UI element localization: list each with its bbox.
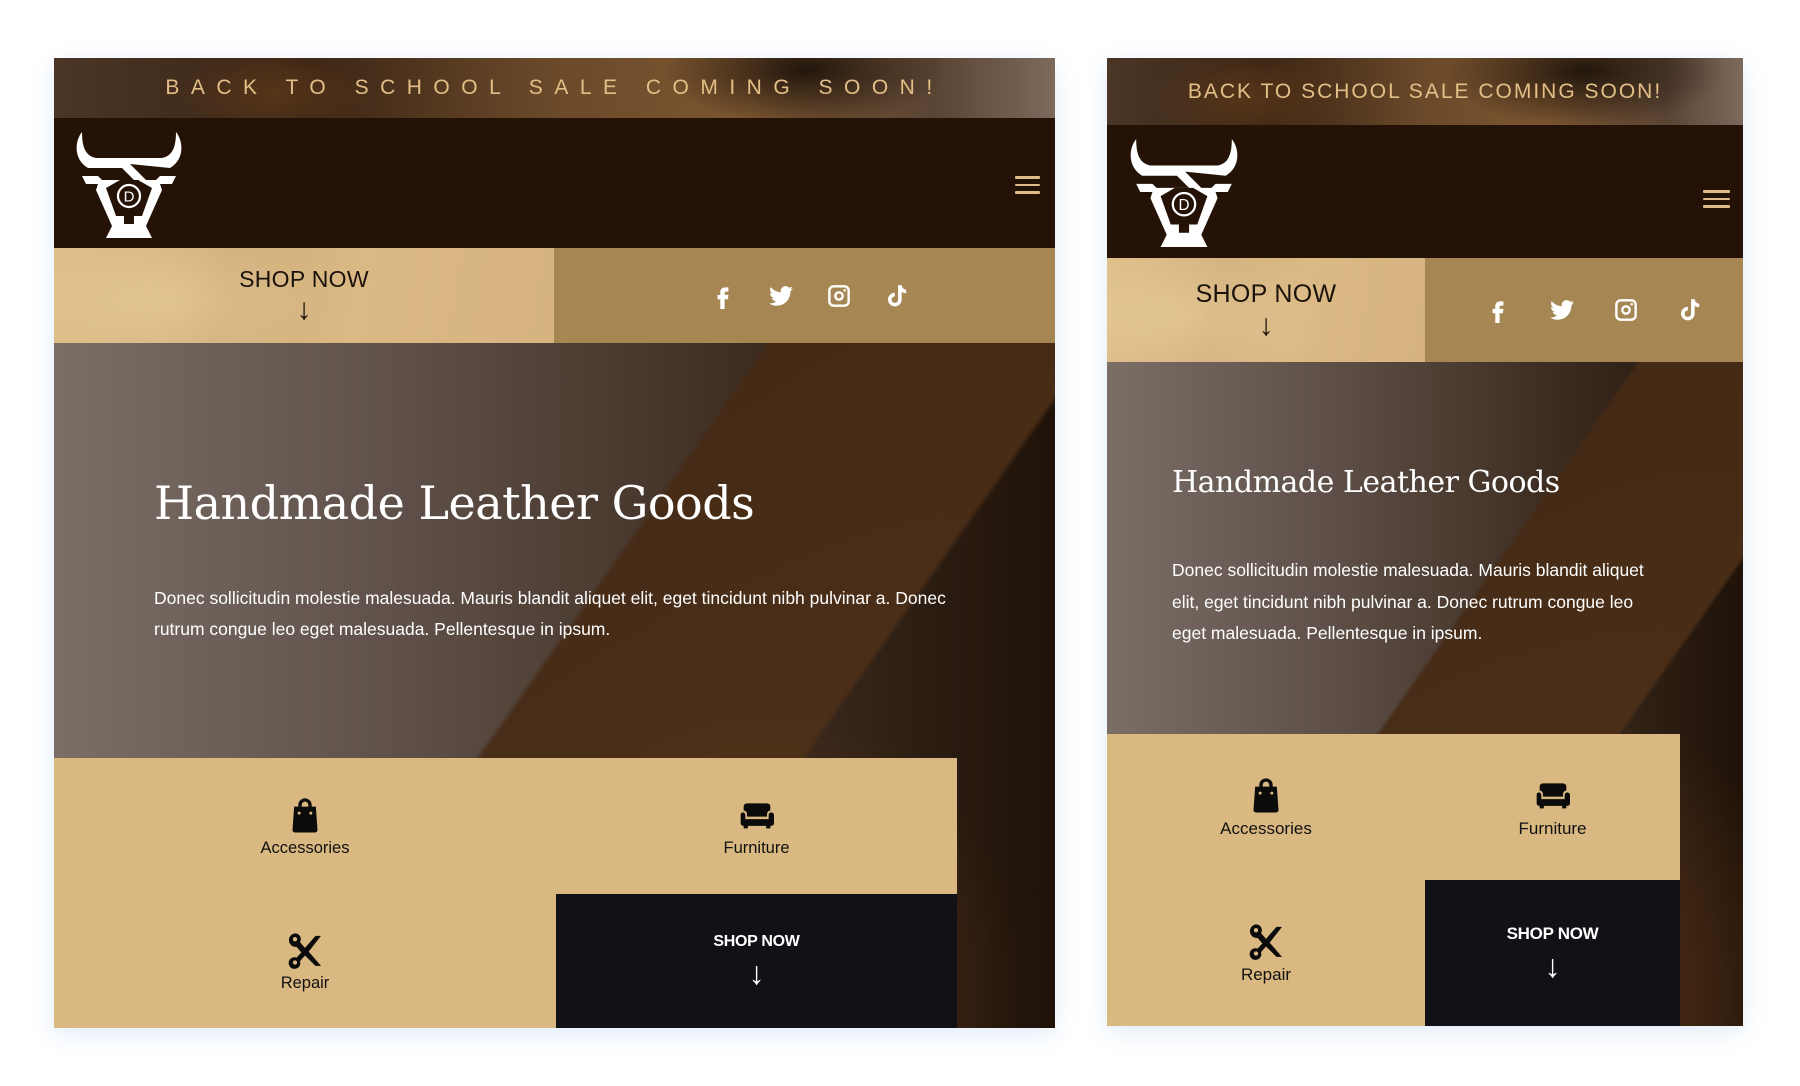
category-label: Repair: [1240, 965, 1292, 984]
category-label: Furniture: [1518, 819, 1587, 838]
promo-banner-text: BACK TO SCHOOL SALE COMING SOON!: [1187, 79, 1663, 103]
site-header: [1107, 125, 1743, 258]
promo-banner-text: BACK TO SCHOOL SALE COMING SOON!: [165, 76, 944, 99]
social-links: [1425, 258, 1743, 362]
facebook-icon[interactable]: [709, 282, 737, 310]
shop-now-button[interactable]: SHOP NOW ↓: [556, 894, 957, 1028]
category-grid: Accessories Furniture Repair SHOP NOW ↓: [54, 758, 957, 1028]
category-accessories[interactable]: Accessories: [1107, 734, 1425, 880]
category-grid: Accessories Furniture Repair SHOP NOW ↓: [1107, 734, 1680, 1026]
mobile-preview-panel: BACK TO SCHOOL SALE COMING SOON! SHOP NO…: [1107, 58, 1743, 1026]
category-repair[interactable]: Repair: [1107, 880, 1425, 1026]
site-header: [54, 118, 1055, 248]
category-label: Repair: [280, 973, 330, 992]
arrow-down-icon: ↓: [296, 293, 312, 326]
social-links: [554, 248, 1055, 343]
armchair-icon: [1533, 775, 1573, 815]
tiktok-icon[interactable]: [883, 282, 911, 310]
facebook-icon[interactable]: [1484, 296, 1512, 324]
category-repair[interactable]: Repair: [54, 894, 556, 1028]
category-accessories[interactable]: Accessories: [54, 758, 556, 894]
hamburger-menu-icon[interactable]: [1703, 190, 1730, 208]
hamburger-menu-icon[interactable]: [1015, 176, 1040, 194]
category-label: Accessories: [260, 838, 350, 857]
hero-description: Donec sollicitudin molestie malesuada. M…: [154, 588, 946, 639]
twitter-icon[interactable]: [767, 282, 795, 310]
scissors-icon: [1246, 921, 1286, 961]
tiktok-icon[interactable]: [1676, 296, 1704, 324]
shop-social-strip: SHOP NOW ↓: [1107, 258, 1743, 362]
shop-now-link[interactable]: SHOP NOW ↓: [54, 248, 554, 343]
category-furniture[interactable]: Furniture: [556, 758, 957, 894]
instagram-icon[interactable]: [1612, 296, 1640, 324]
shop-social-strip: SHOP NOW ↓: [54, 248, 1055, 343]
shop-now-label: SHOP NOW: [239, 266, 369, 292]
shop-now-label: SHOP NOW: [1195, 279, 1337, 308]
shop-now-label: SHOP NOW: [713, 933, 800, 950]
arrow-down-icon: ↓: [1258, 308, 1274, 342]
shop-now-link[interactable]: SHOP NOW ↓: [1107, 258, 1425, 362]
shopping-bag-icon: [285, 795, 325, 835]
hero-title: Handmade Leather Goods: [154, 476, 755, 530]
bull-logo-icon[interactable]: [1126, 137, 1242, 247]
shop-now-button[interactable]: SHOP NOW ↓: [1425, 880, 1680, 1026]
promo-banner: BACK TO SCHOOL SALE COMING SOON!: [1107, 58, 1743, 125]
category-label: Furniture: [723, 838, 790, 857]
arrow-down-icon: ↓: [1544, 948, 1561, 984]
hero-section: Handmade Leather Goods Donec sollicitudi…: [1107, 362, 1743, 1026]
hero-description: Donec sollicitudin molestie malesuada. M…: [1172, 560, 1644, 643]
twitter-icon[interactable]: [1548, 296, 1576, 324]
shop-now-label: SHOP NOW: [1506, 924, 1599, 943]
scissors-icon: [285, 930, 325, 970]
arrow-down-icon: ↓: [748, 955, 765, 991]
instagram-icon[interactable]: [825, 282, 853, 310]
armchair-icon: [737, 795, 777, 835]
category-furniture[interactable]: Furniture: [1425, 734, 1680, 880]
shopping-bag-icon: [1246, 775, 1286, 815]
hero-title: Handmade Leather Goods: [1172, 465, 1560, 500]
promo-banner: BACK TO SCHOOL SALE COMING SOON!: [54, 58, 1055, 118]
bull-logo-icon[interactable]: [72, 130, 186, 238]
tablet-preview-panel: BACK TO SCHOOL SALE COMING SOON! SHOP NO…: [54, 58, 1055, 1028]
hero-section: Handmade Leather Goods Donec sollicitudi…: [54, 343, 1055, 1028]
category-label: Accessories: [1220, 819, 1312, 838]
